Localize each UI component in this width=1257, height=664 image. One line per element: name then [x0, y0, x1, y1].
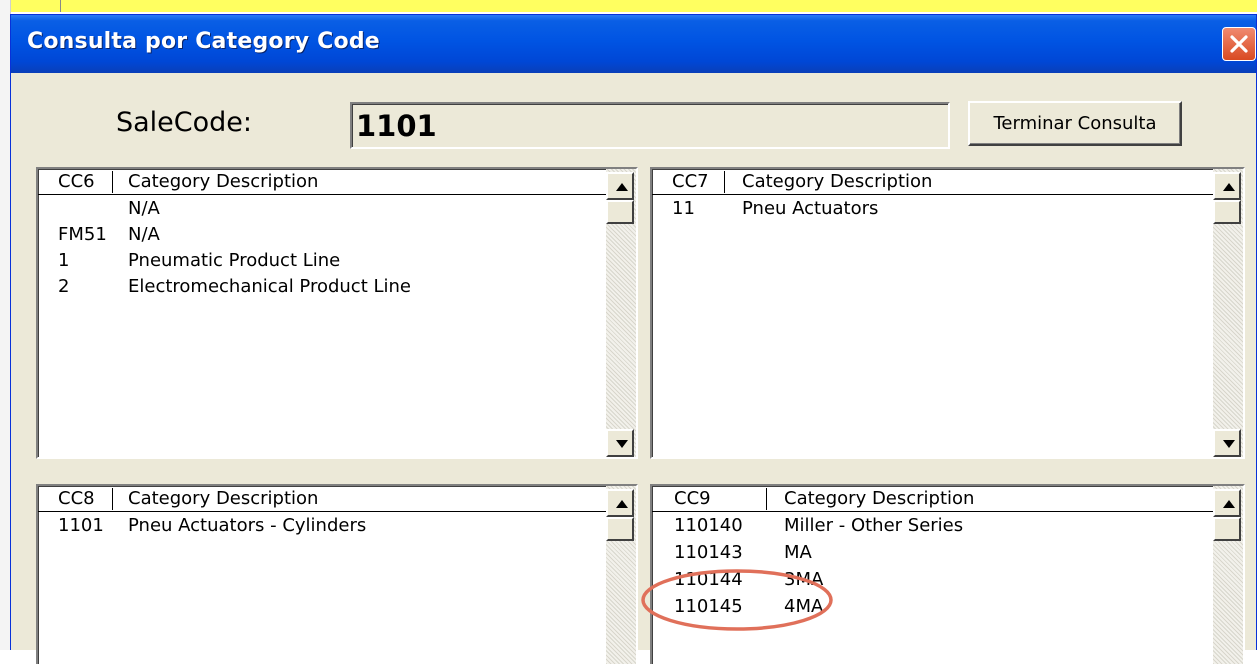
cc8-description-column-header: Category Description	[128, 488, 319, 509]
dialog-body: SaleCode: 1101 Terminar Consulta CC6 Cat…	[11, 73, 1256, 664]
cc6-scrollbar[interactable]	[606, 169, 636, 457]
cc7-list-header: CC7 Category Description	[652, 169, 1213, 195]
cc9-list-header: CC9 Category Description	[652, 486, 1213, 512]
arrow-down-icon	[1223, 440, 1235, 448]
list-item-description: N/A	[128, 198, 160, 219]
arrow-down-icon	[616, 440, 628, 448]
cc9-description-column-header: Category Description	[784, 488, 975, 509]
dialog-window: Consulta por Category Code SaleCode: 110…	[10, 14, 1257, 664]
cc7-scroll-up-button[interactable]	[1213, 172, 1241, 200]
list-item[interactable]: N/A	[38, 195, 606, 221]
list-item-description: Pneumatic Product Line	[128, 250, 341, 271]
cc6-scroll-thumb[interactable]	[606, 200, 634, 224]
list-item[interactable]: FM51 N/A	[38, 221, 606, 247]
cc7-description-column-header: Category Description	[742, 171, 933, 192]
window-title: Consulta por Category Code	[27, 29, 380, 54]
list-item[interactable]: 1 Pneumatic Product Line	[38, 247, 606, 273]
list-item-code: FM51	[58, 224, 107, 245]
cc9-listbox[interactable]: CC9 Category Description 110140 Miller - …	[650, 484, 1245, 664]
spreadsheet-background	[0, 0, 1257, 12]
list-item-description: Pneu Actuators	[742, 198, 879, 219]
cc8-scroll-thumb[interactable]	[606, 517, 634, 541]
list-item[interactable]: 2 Electromechanical Product Line	[38, 273, 606, 299]
list-item-code: 110145	[674, 596, 743, 617]
list-item[interactable]: 110140 Miller - Other Series	[652, 512, 1213, 539]
list-item[interactable]: 11 Pneu Actuators	[652, 195, 1213, 221]
close-button[interactable]	[1222, 27, 1256, 61]
arrow-up-icon	[1223, 500, 1235, 508]
cc8-listbox[interactable]: CC8 Category Description 1101 Pneu Actuat…	[36, 484, 638, 664]
list-item-description: Pneu Actuators - Cylinders	[128, 515, 367, 536]
cc6-column-header: CC6	[58, 171, 95, 192]
cc6-scroll-down-button[interactable]	[606, 429, 634, 457]
cc8-list-header: CC8 Category Description	[38, 486, 606, 512]
list-item-code: 110140	[674, 515, 743, 536]
cc8-scrollbar[interactable]	[606, 486, 636, 664]
list-item-description: Electromechanical Product Line	[128, 276, 411, 297]
cc9-column-header: CC9	[674, 488, 711, 509]
arrow-up-icon	[616, 500, 628, 508]
cc9-scrollbar[interactable]	[1213, 486, 1243, 664]
title-bar[interactable]: Consulta por Category Code	[11, 15, 1256, 73]
list-item-description: 3MA	[784, 569, 824, 590]
list-item-code: 11	[672, 198, 695, 219]
list-item-code: 110143	[674, 542, 743, 563]
cc7-scrollbar[interactable]	[1213, 169, 1243, 457]
list-item-description: N/A	[128, 224, 160, 245]
arrow-up-icon	[1223, 183, 1235, 191]
list-item-description: 4MA	[784, 596, 824, 617]
list-item-code: 1101	[58, 515, 104, 536]
list-item[interactable]: 110143 MA	[652, 539, 1213, 566]
list-item-code: 110144	[674, 569, 743, 590]
salecode-field[interactable]: 1101	[350, 102, 950, 149]
list-item-description: Miller - Other Series	[784, 515, 964, 536]
terminar-consulta-button[interactable]: Terminar Consulta	[968, 101, 1182, 146]
cc8-scroll-up-button[interactable]	[606, 489, 634, 517]
list-item[interactable]: 110145 4MA	[652, 593, 1213, 620]
cc7-scroll-down-button[interactable]	[1213, 429, 1241, 457]
cc9-scroll-thumb[interactable]	[1213, 517, 1241, 541]
list-item[interactable]: 1101 Pneu Actuators - Cylinders	[38, 512, 606, 538]
list-item[interactable]: 110144 3MA	[652, 566, 1213, 593]
close-icon	[1230, 35, 1248, 53]
cc9-scroll-up-button[interactable]	[1213, 489, 1241, 517]
cc6-list-header: CC6 Category Description	[38, 169, 606, 195]
cc6-description-column-header: Category Description	[128, 171, 319, 192]
arrow-up-icon	[616, 183, 628, 191]
cc7-column-header: CC7	[672, 171, 709, 192]
list-item-description: MA	[784, 542, 812, 563]
cc6-scroll-up-button[interactable]	[606, 172, 634, 200]
list-item-code: 2	[58, 276, 70, 297]
salecode-label: SaleCode:	[116, 107, 253, 138]
cc7-scroll-thumb[interactable]	[1213, 200, 1241, 224]
cc8-column-header: CC8	[58, 488, 95, 509]
cc6-listbox[interactable]: CC6 Category Description N/A FM51 N/A 1 Pn…	[36, 167, 638, 459]
cc7-listbox[interactable]: CC7 Category Description 11 Pneu Actuator…	[650, 167, 1245, 459]
list-item-code: 1	[58, 250, 70, 271]
